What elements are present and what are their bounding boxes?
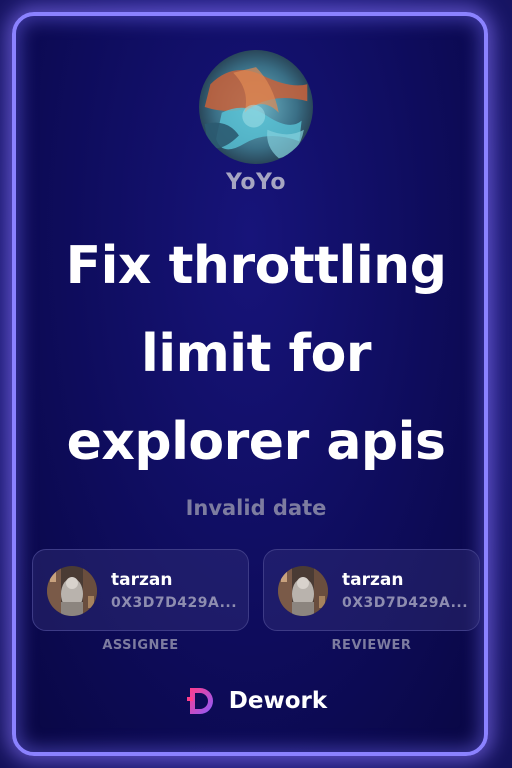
reviewer-name: tarzan (342, 570, 404, 590)
reviewer-address: 0X3D7D429A... (342, 595, 469, 611)
reviewer-card: tarzan 0X3D7D429A... (263, 549, 480, 631)
assignee-address: 0X3D7D429A... (111, 595, 238, 611)
background: YoYo Fix throttling limit for explorer a… (0, 0, 512, 768)
author-avatar-image (199, 50, 313, 164)
reviewer-avatar (278, 566, 328, 616)
brand-name: Dework (228, 688, 328, 714)
author-name: YoYo (225, 170, 287, 195)
task-date: Invalid date (185, 496, 327, 520)
dework-logo-icon (186, 688, 213, 714)
assignee-role-label: ASSIGNEE (102, 638, 179, 653)
assignee-card: tarzan 0X3D7D429A... (32, 549, 249, 631)
task-title: Fix throttling limit for explorer apis (65, 236, 447, 472)
assignee-avatar-image (47, 566, 97, 616)
assignee-avatar (47, 566, 97, 616)
reviewer-avatar-image (278, 566, 328, 616)
brand-footer: Dework (0, 684, 512, 718)
assignee-name: tarzan (111, 570, 173, 590)
author-avatar (199, 50, 313, 164)
reviewer-role-label: REVIEWER (331, 638, 412, 653)
